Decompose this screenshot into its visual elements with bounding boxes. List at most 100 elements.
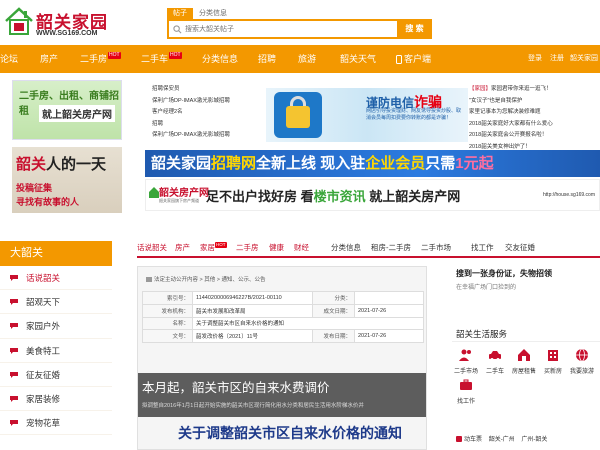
list-item[interactable]: 招聘保安员 xyxy=(152,84,262,96)
table-key: 成文日期： xyxy=(312,303,355,318)
service-travel[interactable]: 我要旅游 xyxy=(568,348,596,375)
tab-classifieds[interactable]: 分类信息 xyxy=(331,242,361,253)
banner-recruit[interactable]: 韶关家园招聘网全新上线 现入驻企业会员只需1元起 xyxy=(145,150,600,177)
banner-anti-fraud[interactable]: 谨防电信诈骗 网店引导投资理财、网友诱导投资炒股、取消会员每周扣费要你转账的都是… xyxy=(266,88,468,142)
tab-jobs[interactable]: 找工作 xyxy=(471,242,494,253)
service-market[interactable]: 二手市场 xyxy=(452,348,480,375)
tab-market[interactable]: 二手市场 xyxy=(421,242,451,253)
list-item[interactable]: 保利广场DP-IMAX激光影城招聘 xyxy=(152,96,262,108)
nav-item-jobs[interactable]: 招聘 xyxy=(258,45,276,73)
banner-person-title-red: 韶关 xyxy=(16,155,47,173)
service-new-house[interactable]: 买新房 xyxy=(539,348,567,375)
left-menu-item-decor[interactable]: 家居装修 xyxy=(0,387,112,412)
promo-link[interactable]: 韶关家园 xyxy=(570,45,598,73)
estate-name: 韶关房产网 xyxy=(159,188,209,199)
register-link[interactable]: 注册 xyxy=(550,45,564,73)
left-menu-item-pets[interactable]: 宠物花草 xyxy=(0,411,112,436)
nav-item-travel[interactable]: 旅游 xyxy=(298,45,316,73)
lost-found-box[interactable]: 搜到一张身份证，失物招领 在幸福广场门口捡到的 xyxy=(452,266,600,306)
search-tabs: 帖子 分类信息 xyxy=(167,8,233,19)
table-key: 发布日期： xyxy=(312,329,355,344)
estate-slogan-d: 就上韶关房产网 xyxy=(369,189,461,204)
estate-slogan-b: 看 xyxy=(300,189,314,204)
login-link[interactable]: 登录 xyxy=(528,45,542,73)
breadcrumb: 法定主动公开内容 > 其他 > 通知、公示、公告 xyxy=(146,275,266,283)
banner-person-title-black: 人的一天 xyxy=(46,155,107,173)
list-item[interactable]: "女汉子"也是自我保护 xyxy=(469,96,599,108)
tab-finance[interactable]: 财经 xyxy=(294,242,309,253)
chat-bubble-icon xyxy=(10,299,18,306)
search-input[interactable] xyxy=(185,23,385,36)
service-label: 找工作 xyxy=(456,399,475,405)
banner-person-ad[interactable]: 韶关人的一天 投稿征集 寻找有故事的人 xyxy=(12,147,122,213)
table-row: 名称： 关于调整韶关市区自来水价格的通知 xyxy=(142,316,424,331)
news-slide[interactable]: 法定主动公开内容 > 其他 > 通知、公示、公告 索引号： 1144020000… xyxy=(137,266,427,450)
nav-item-forum[interactable]: 论坛 xyxy=(0,45,18,73)
nav-item-second-hand-house[interactable]: 二手房 HOT xyxy=(80,45,121,73)
table-key: 分类： xyxy=(312,291,355,305)
service-rental[interactable]: 房屋租售 xyxy=(510,348,538,375)
slide-caption: 本月起，韶关市区的自来水费调价 拟调整自2016年1月1日起开始实施的韶关市区现… xyxy=(138,373,426,417)
list-item[interactable]: 2018韶关家庭会公开赛报名啦！ xyxy=(469,130,599,142)
left-menu-item-talk[interactable]: 话说韶关 xyxy=(0,266,112,291)
nav-item-used-car[interactable]: 二手车 HOT xyxy=(141,45,182,73)
tab-home[interactable]: 家居HOT xyxy=(200,242,227,253)
nav-item-weather[interactable]: 韶关天气 xyxy=(340,45,376,73)
service-jobs[interactable]: 找工作 xyxy=(452,378,480,405)
banner-estate[interactable]: 韶关房产网 韶关家园旗下房产频道 足不出户找好房 看楼市资讯 就上韶关房产网 h… xyxy=(145,179,600,211)
tab-health[interactable]: 健康 xyxy=(269,242,284,253)
life-services-header: 韶关生活服务 xyxy=(452,326,600,342)
site-url: WWW.SG169.COM xyxy=(36,30,98,37)
table-value: 韶关市发展和改革局 xyxy=(192,303,313,318)
left-menu-header: 大韶关 xyxy=(0,241,112,266)
train-link[interactable]: 动车票 xyxy=(464,437,482,443)
list-item[interactable]: 2018韶关家庭好大家都有什么爱心 xyxy=(469,119,599,131)
table-value xyxy=(354,291,424,305)
banner-person-title: 韶关人的一天 xyxy=(16,153,106,174)
train-link[interactable]: 广州-韶关 xyxy=(521,437,547,443)
search-tab-classifieds[interactable]: 分类信息 xyxy=(193,8,233,19)
left-menu-label: 宠物花草 xyxy=(26,418,61,429)
building-icon xyxy=(548,350,558,361)
breadcrumb-text: 法定主动公开内容 > 其他 > 通知、公示、公告 xyxy=(154,277,266,283)
chat-bubble-icon xyxy=(10,371,18,378)
search-tab-posts[interactable]: 帖子 xyxy=(167,8,193,19)
lost-found-title: 搜到一张身份证，失物招领 xyxy=(456,269,552,278)
left-menu-item-world[interactable]: 韶观天下 xyxy=(0,290,112,315)
nav-item-property[interactable]: 房产 xyxy=(40,45,58,73)
left-menu-item-food[interactable]: 美食特工 xyxy=(0,339,112,363)
left-menu: 大韶关 话说韶关 韶观天下 家园户外 美食特工 征友征婚 家居装修 宠物花草 xyxy=(0,241,112,450)
lock-illustration-icon xyxy=(274,92,322,138)
tab-property[interactable]: 房产 xyxy=(175,242,190,253)
banner-house-ad[interactable]: 二手房、出租、商铺招租 就上韶关房产网 xyxy=(12,80,122,140)
train-link[interactable]: 韶关-广州 xyxy=(489,437,515,443)
tab-second-house[interactable]: 二手房 xyxy=(236,242,259,253)
search-icon xyxy=(173,25,182,34)
tab-dating[interactable]: 交友征婚 xyxy=(505,242,535,253)
service-used-car[interactable]: 二手车 xyxy=(481,348,509,375)
tab-rent[interactable]: 租房-二手房 xyxy=(371,242,411,253)
tab-talk[interactable]: 话说韶关 xyxy=(137,242,167,253)
list-item[interactable]: 【家园】家园君带你来逛一逛飞！ xyxy=(469,84,599,96)
train-icon xyxy=(456,436,462,443)
globe-icon xyxy=(576,348,588,362)
search-box xyxy=(167,19,399,39)
recruit-mid: 全新上线 现入驻 xyxy=(256,155,366,172)
left-menu-item-dating[interactable]: 征友征婚 xyxy=(0,363,112,387)
home-icon xyxy=(146,277,152,283)
list-item[interactable]: 招聘 xyxy=(152,119,262,131)
search-button[interactable]: 搜 索 xyxy=(397,19,432,39)
site-logo[interactable]: 韶关家园 WWW.SG169.COM xyxy=(4,6,114,40)
people-icon xyxy=(459,349,471,361)
forum-post-list: 【家园】家园君带你来逛一逛飞！ "女汉子"也是自我保护 家里记事本为您解决装修难… xyxy=(469,84,599,153)
list-item[interactable]: 保利广场DP-IMAX激光影城招聘 xyxy=(152,130,262,142)
table-key: 发布机构： xyxy=(142,303,193,318)
nav-item-app[interactable]: 客户端 xyxy=(396,45,431,73)
table-row: 文号： 韶发改价格〔2021〕11号 发布日期： 2021-07-26 xyxy=(142,329,424,344)
slide-caption-sub: 拟调整自2016年1月1日起开始实施的韶关市区现行简化用水分类和居民生活用水阶梯… xyxy=(142,403,364,409)
left-menu-item-outdoor[interactable]: 家园户外 xyxy=(0,314,112,339)
list-item[interactable]: 客户经理2名 xyxy=(152,107,262,119)
banner-recruit-text: 韶关家园招聘网全新上线 现入驻企业会员只需1元起 xyxy=(151,152,494,173)
nav-item-classifieds[interactable]: 分类信息 xyxy=(202,45,238,73)
list-item[interactable]: 家里记事本为您解决装修难题 xyxy=(469,107,599,119)
